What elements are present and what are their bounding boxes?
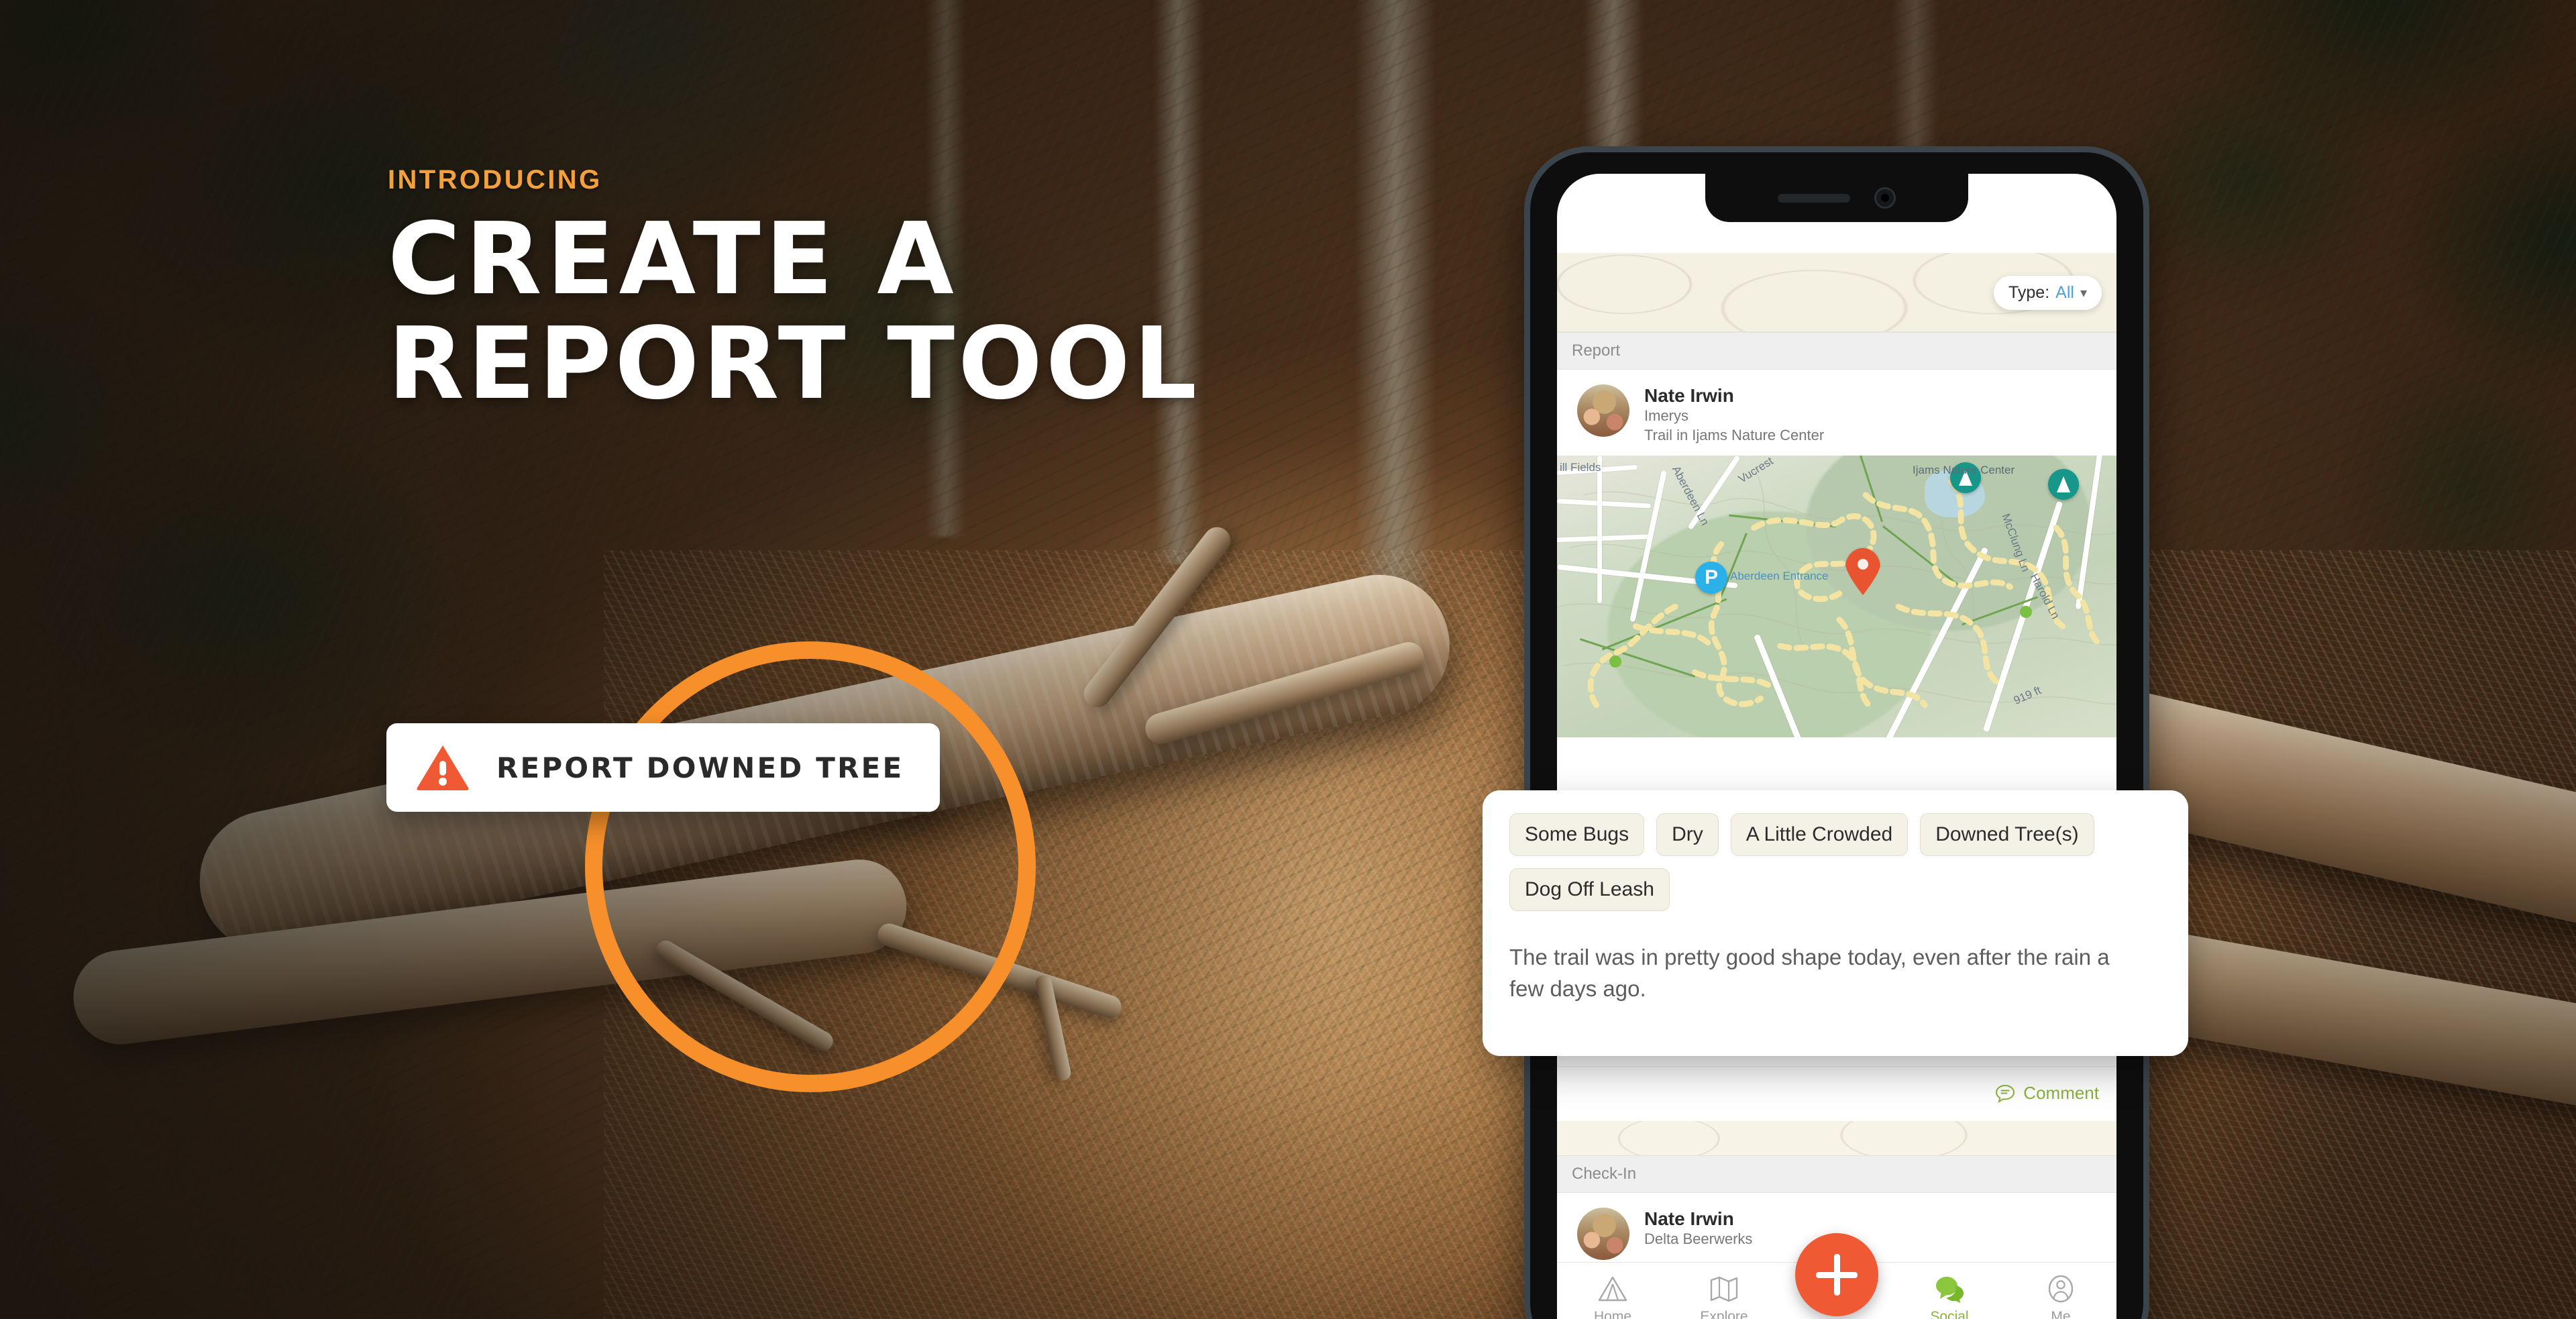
headline-line-1: CREATE A (388, 201, 959, 317)
warning-triangle-icon (417, 745, 469, 790)
condition-tag[interactable]: Dry (1656, 813, 1719, 856)
page-title: CREATE A REPORT TOOL (388, 209, 1461, 422)
post-map[interactable]: P ill Fields Vucrest Aberdeen Ln Aberdee… (1557, 456, 2116, 737)
person-circle-icon (2048, 1275, 2074, 1303)
front-camera-icon (1874, 187, 1896, 209)
speaker-icon (1778, 193, 1850, 203)
post-author-name-2: Nate Irwin (1644, 1208, 1734, 1229)
tab-explore-label: Explore (1700, 1309, 1748, 1319)
avatar (1577, 384, 1629, 437)
condition-tag[interactable]: Downed Tree(s) (1920, 813, 2094, 856)
comment-bubble-icon (1996, 1084, 2015, 1103)
avatar-2 (1577, 1208, 1629, 1260)
create-report-fab[interactable] (1795, 1233, 1878, 1316)
post-subtitle-2: Trail in Ijams Nature Center (1644, 426, 1825, 443)
tab-me-label: Me (2051, 1309, 2071, 1319)
post-author-name: Nate Irwin (1644, 385, 1734, 406)
section-header-checkin: Check-In (1557, 1155, 2116, 1193)
type-filter-value: All (2055, 283, 2074, 302)
tent-icon (1598, 1276, 1627, 1302)
tab-home-label: Home (1593, 1309, 1632, 1319)
post-header-report[interactable]: Nate Irwin Imerys Trail in Ijams Nature … (1557, 370, 2116, 456)
chat-bubbles-icon (1936, 1277, 1964, 1303)
chevron-down-icon: ▾ (2080, 286, 2087, 301)
section-header-checkin-label: Check-In (1572, 1165, 1637, 1183)
report-note-text: The trail was in pretty good shape today… (1509, 945, 2110, 1001)
tab-home[interactable]: Home (1557, 1275, 1668, 1319)
map-label-ijams: Ijams Nature Center (1913, 464, 2015, 476)
map-strip-divider (1557, 1121, 2116, 1156)
condition-tag[interactable]: A Little Crowded (1730, 813, 1909, 856)
phone-notch (1705, 174, 1968, 222)
hero-copy: INTRODUCING CREATE A REPORT TOOL (388, 165, 1461, 422)
parking-pin-icon: P (1695, 562, 1727, 594)
orange-ring-decoration (585, 641, 1036, 1092)
map-fold-icon (1710, 1276, 1738, 1302)
headline-line-2: REPORT TOOL (388, 306, 1201, 422)
map-label-field: ill Fields (1560, 461, 1601, 474)
tab-me[interactable]: Me (2005, 1275, 2116, 1319)
comment-label: Comment (2023, 1083, 2099, 1103)
condition-tag[interactable]: Some Bugs (1509, 813, 1645, 856)
tab-social-label: Social (1930, 1309, 1969, 1319)
map-label-aberdeen-entrance: Aberdeen Entrance (1730, 570, 1829, 582)
report-downed-tree-button[interactable]: REPORT DOWNED TREE (386, 723, 941, 812)
comment-action[interactable]: Comment (1557, 1066, 2116, 1120)
section-header-report: Report (1557, 332, 2116, 370)
map-strip-top: Type: All ▾ (1557, 253, 2116, 332)
phone-screen: Type: All ▾ Report Nate Irwin Imerys Tra… (1557, 174, 2116, 1319)
type-filter-label: Type: (2008, 283, 2050, 302)
post-subtitle-2-1: Delta Beerwerks (1644, 1230, 1753, 1248)
tab-social[interactable]: Social (1894, 1275, 2005, 1319)
type-filter-dropdown[interactable]: Type: All ▾ (1994, 276, 2102, 310)
condition-tag-list: Some Bugs Dry A Little Crowded Downed Tr… (1509, 813, 2161, 911)
hero-banner: INTRODUCING CREATE A REPORT TOOL REPORT … (0, 0, 2576, 1319)
report-detail-card: Some Bugs Dry A Little Crowded Downed Tr… (1483, 790, 2188, 1056)
condition-tag[interactable]: Dog Off Leash (1509, 868, 1670, 911)
post-subtitle-1: Imerys (1644, 407, 1688, 425)
report-downed-tree-label: REPORT DOWNED TREE (496, 751, 904, 784)
bottom-tab-bar: Home Explore Social Me (1557, 1233, 2116, 1319)
park-pin-icon-2 (2048, 469, 2079, 500)
section-header-report-label: Report (1572, 341, 1621, 360)
kicker-text: INTRODUCING (388, 165, 602, 195)
tab-explore[interactable]: Explore (1668, 1275, 1780, 1319)
phone-mockup: Type: All ▾ Report Nate Irwin Imerys Tra… (1524, 146, 2149, 1319)
